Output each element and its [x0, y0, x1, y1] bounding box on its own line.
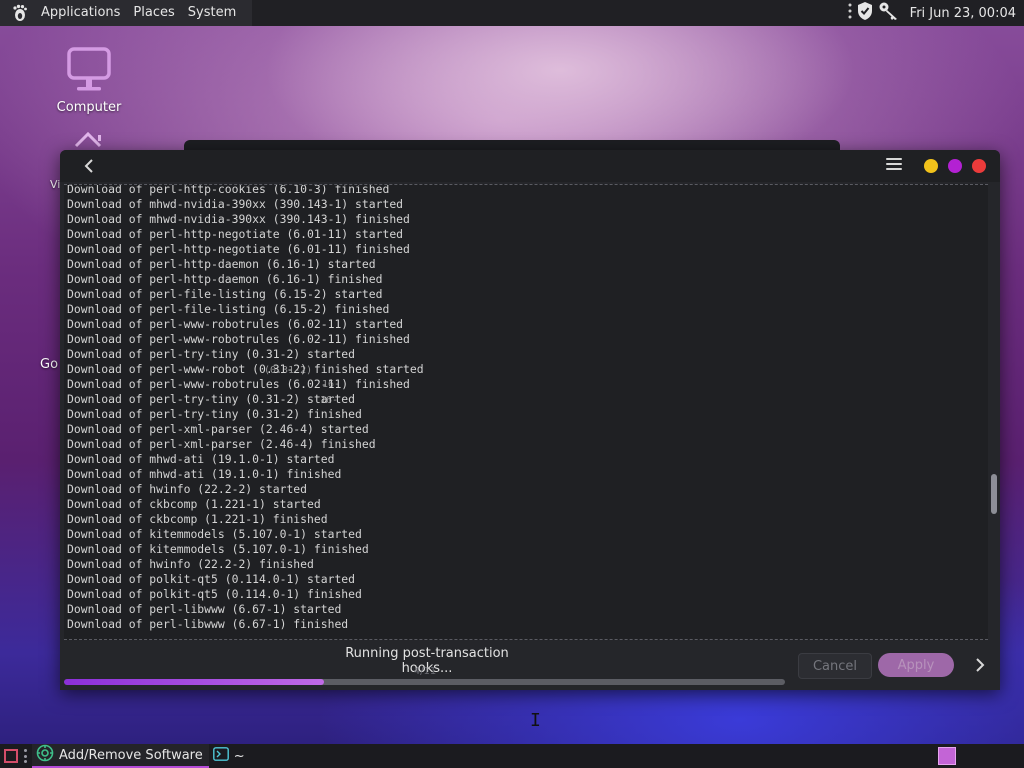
rendering-artifact: 16- — [322, 379, 341, 390]
rendering-artifact: 16- — [320, 395, 339, 406]
log-line: Download of perl-http-cookies (6.10-3) f… — [67, 184, 390, 196]
window-titlebar[interactable] — [60, 150, 1000, 182]
software-manager-window: Download of perl-http-cookies (6.10-3) f… — [60, 150, 1000, 690]
log-line: Download of kitemmodels (5.107.0-1) fini… — [67, 542, 369, 556]
log-lines: Download of perl-http-cookies (6.10-3) f… — [67, 184, 424, 632]
rendering-artifact: (0.31-2) — [264, 365, 313, 376]
menu-applications[interactable]: Applications — [36, 0, 125, 26]
home-folder-icon-partial[interactable] — [72, 130, 106, 152]
shield-check-icon[interactable] — [856, 1, 874, 25]
log-line: Download of ckbcomp (1.221-1) finished — [67, 512, 328, 526]
log-line: Download of perl-www-robotrules (6.02-11… — [67, 317, 404, 331]
apply-button[interactable]: Apply — [878, 653, 954, 677]
cancel-button[interactable]: Cancel — [798, 653, 872, 679]
text-cursor-icon: I — [530, 710, 541, 731]
taskbar-item-terminal[interactable]: ~ — [209, 744, 251, 768]
menu-system[interactable]: System — [183, 0, 241, 26]
log-line: Download of perl-http-negotiate (6.01-11… — [67, 242, 410, 256]
menu-button[interactable] — [886, 158, 902, 172]
log-line: Download of perl-www-robotrules (6.02-11… — [67, 332, 410, 346]
bottom-panel: Add/Remove Software ~ — [0, 744, 1024, 768]
monitor-icon — [66, 47, 112, 98]
log-line: Download of perl-try-tiny (0.31-2) start… — [67, 347, 356, 361]
scrollbar-thumb[interactable] — [991, 474, 997, 514]
taskbar-item-label: ~ — [233, 748, 245, 764]
log-line: Download of polkit-qt5 (0.114.0-1) finis… — [67, 587, 362, 601]
desktop-partial-label: Go — [40, 357, 59, 372]
log-line: Download of kitemmodels (5.107.0-1) star… — [67, 527, 362, 541]
workspace-switcher[interactable] — [938, 747, 956, 765]
log-line: Download of hwinfo (22.2-2) started — [67, 482, 308, 496]
log-scrollbar[interactable] — [990, 184, 998, 638]
progress-fill — [64, 679, 324, 685]
show-desktop-button[interactable] — [4, 749, 18, 763]
progress-bar — [64, 679, 785, 685]
top-menu-bar: Applications Places System — [0, 0, 253, 26]
log-line: Download of perl-xml-parser (2.46-4) fin… — [67, 437, 376, 451]
transaction-log[interactable]: Download of perl-http-cookies (6.10-3) f… — [64, 184, 988, 640]
taskbar-item-software[interactable]: Add/Remove Software — [32, 744, 209, 768]
log-line: Download of perl-www-robot (0.31-2) fini… — [67, 362, 424, 376]
log-line: Download of perl-libwww (6.67-1) started — [67, 602, 342, 616]
system-tray: Fri Jun 23, 00:04 — [848, 0, 1024, 26]
step-counter: 4/11 — [413, 666, 437, 677]
log-line: Download of perl-try-tiny (0.31-2) start… — [67, 392, 356, 406]
log-line: Download of mhwd-nvidia-390xx (390.143-1… — [67, 197, 404, 211]
terminal-icon — [212, 747, 229, 765]
log-line: Download of perl-file-listing (6.15-2) s… — [67, 287, 383, 301]
log-line: Download of perl-file-listing (6.15-2) f… — [67, 302, 390, 316]
log-line: Download of perl-www-robotrules (6.02-11… — [67, 377, 410, 391]
log-line: Download of mhwd-nvidia-390xx (390.143-1… — [67, 212, 410, 226]
top-panel: Applications Places System Fri Jun 23, 0… — [0, 0, 1024, 26]
log-line: Download of polkit-qt5 (0.114.0-1) start… — [67, 572, 356, 586]
maximize-button[interactable] — [948, 159, 962, 173]
log-line: Download of perl-xml-parser (2.46-4) sta… — [67, 422, 369, 436]
desktop-icon-computer[interactable]: Computer — [52, 46, 126, 115]
keys-icon[interactable] — [878, 1, 900, 25]
log-line: Download of perl-http-daemon (6.16-1) fi… — [67, 272, 383, 286]
clock[interactable]: Fri Jun 23, 00:04 — [910, 6, 1016, 21]
log-line: Download of mhwd-ati (19.1.0-1) started — [67, 452, 335, 466]
desktop-partial-label: Vi — [50, 178, 61, 191]
tray-grip-icon — [848, 3, 852, 23]
log-line: Download of ckbcomp (1.221-1) started — [67, 497, 321, 511]
details-toggle-button[interactable] — [972, 655, 988, 675]
log-line: Download of perl-http-negotiate (6.01-11… — [67, 227, 404, 241]
minimize-button[interactable] — [924, 159, 938, 173]
chevron-right-icon — [976, 658, 985, 672]
panel-grip-icon — [24, 749, 28, 763]
log-line: Download of perl-http-daemon (6.16-1) st… — [67, 257, 376, 271]
log-line: Download of perl-libwww (6.67-1) finishe… — [67, 617, 349, 631]
back-button[interactable] — [78, 156, 100, 176]
log-line: Download of mhwd-ati (19.1.0-1) finished — [67, 467, 342, 481]
taskbar-item-label: Add/Remove Software — [59, 747, 203, 763]
gnome-foot-icon[interactable] — [10, 3, 30, 23]
log-line: Download of perl-try-tiny (0.31-2) finis… — [67, 407, 362, 421]
software-manager-icon — [36, 744, 54, 766]
close-button[interactable] — [972, 159, 986, 173]
menu-places[interactable]: Places — [128, 0, 179, 26]
log-line: Download of hwinfo (22.2-2) finished — [67, 557, 314, 571]
desktop-icon-label: Computer — [56, 100, 122, 115]
chevron-left-icon — [84, 159, 93, 173]
